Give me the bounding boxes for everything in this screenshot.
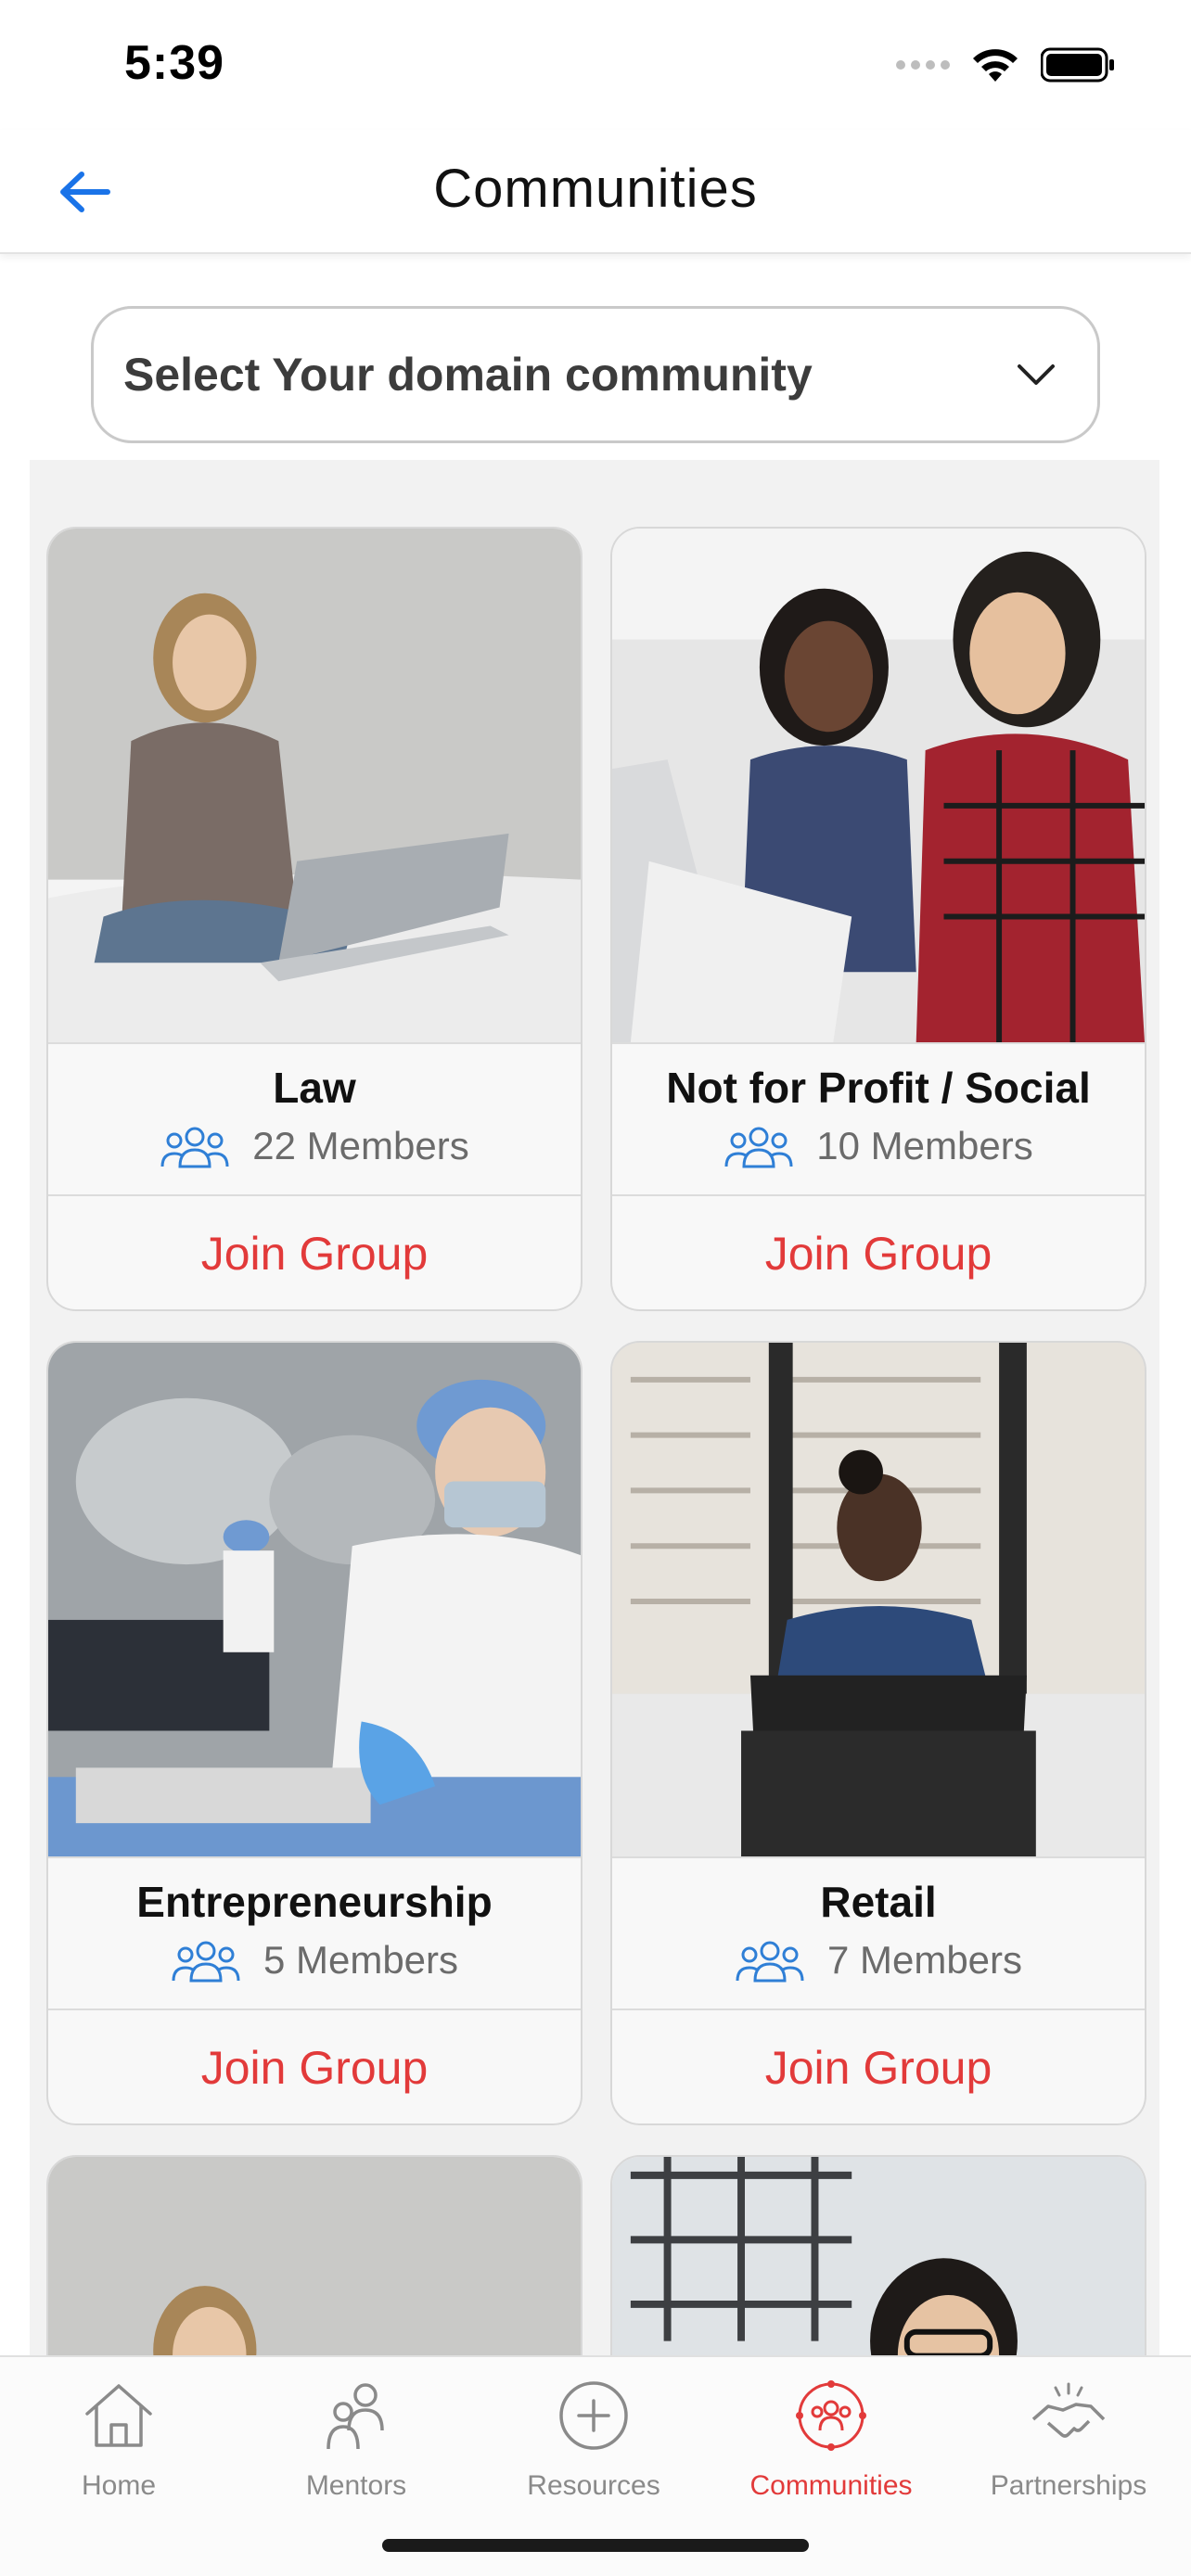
- tab-label: Mentors: [305, 2470, 407, 2501]
- domain-community-select[interactable]: Select Your domain community: [91, 306, 1100, 443]
- member-count-label: 7 Members: [826, 1938, 1023, 1982]
- community-photo: [612, 2157, 1145, 2355]
- tab-label: Resources: [527, 2470, 660, 2501]
- group-icon: [172, 1941, 240, 1983]
- join-group-button[interactable]: Join Group: [48, 1196, 581, 1309]
- community-name: Law: [273, 1064, 356, 1112]
- community-photo: [48, 529, 581, 1044]
- community-photo: [48, 2157, 581, 2355]
- navigation-bar: Communities: [0, 130, 1191, 254]
- tab-label: Communities: [749, 2470, 913, 2501]
- wifi-icon: [973, 49, 1018, 82]
- tab-label: Home: [81, 2470, 157, 2501]
- community-card-retail: Retail 7 Members Join Group: [610, 1341, 1146, 2125]
- member-count-label: 5 Members: [263, 1938, 459, 1982]
- mentors-icon: [316, 2376, 396, 2455]
- tab-resources[interactable]: Resources: [475, 2376, 712, 2524]
- home-icon: [79, 2376, 159, 2455]
- community-name: Not for Profit / Social: [666, 1064, 1091, 1112]
- tab-partnerships[interactable]: Partnerships: [950, 2376, 1187, 2524]
- cellular-signal-icon: [896, 60, 950, 70]
- member-count: 7 Members: [612, 1938, 1145, 1983]
- member-count: 22 Members: [48, 1124, 581, 1168]
- community-card-law: Law 22 Members Join Group: [46, 527, 583, 1311]
- home-indicator[interactable]: [382, 2539, 809, 2552]
- group-icon: [160, 1127, 229, 1168]
- domain-select-label: Select Your domain community: [123, 349, 813, 401]
- member-count-label: 22 Members: [252, 1124, 469, 1167]
- handshake-icon: [1029, 2376, 1108, 2455]
- join-group-button[interactable]: Join Group: [48, 2010, 581, 2123]
- group-icon: [724, 1127, 793, 1168]
- community-photo: [612, 529, 1145, 1044]
- page-title: Communities: [433, 159, 758, 219]
- member-count: 5 Members: [48, 1938, 581, 1983]
- tab-mentors[interactable]: Mentors: [237, 2376, 475, 2524]
- battery-icon: [1041, 47, 1114, 83]
- chevron-down-icon: [1012, 351, 1060, 399]
- join-group-button[interactable]: Join Group: [612, 1196, 1145, 1309]
- join-group-button[interactable]: Join Group: [612, 2010, 1145, 2123]
- plus-circle-icon: [554, 2376, 634, 2455]
- status-bar: 5:39: [0, 0, 1191, 130]
- member-count: 10 Members: [612, 1124, 1145, 1168]
- community-name: Entrepreneurship: [136, 1878, 493, 1926]
- community-card-partial[interactable]: [46, 2155, 583, 2355]
- community-photo: [612, 1343, 1145, 1858]
- status-time: 5:39: [124, 36, 225, 90]
- communities-grid: Law 22 Members Join Group Not for Profit…: [30, 460, 1159, 2355]
- tab-communities[interactable]: Communities: [712, 2376, 950, 2524]
- tab-label: Partnerships: [990, 2470, 1147, 2501]
- community-name: Retail: [820, 1878, 937, 1926]
- community-card-entrepreneurship: Entrepreneurship 5 Members Join Group: [46, 1341, 583, 2125]
- group-icon: [736, 1941, 804, 1983]
- tab-home[interactable]: Home: [0, 2376, 237, 2524]
- community-photo: [48, 1343, 581, 1858]
- communities-icon: [791, 2376, 871, 2455]
- community-card-not-for-profit: Not for Profit / Social 10 Members Join …: [610, 527, 1146, 1311]
- status-icons: [896, 46, 1115, 83]
- member-count-label: 10 Members: [816, 1124, 1033, 1167]
- community-card-partial[interactable]: [610, 2155, 1146, 2355]
